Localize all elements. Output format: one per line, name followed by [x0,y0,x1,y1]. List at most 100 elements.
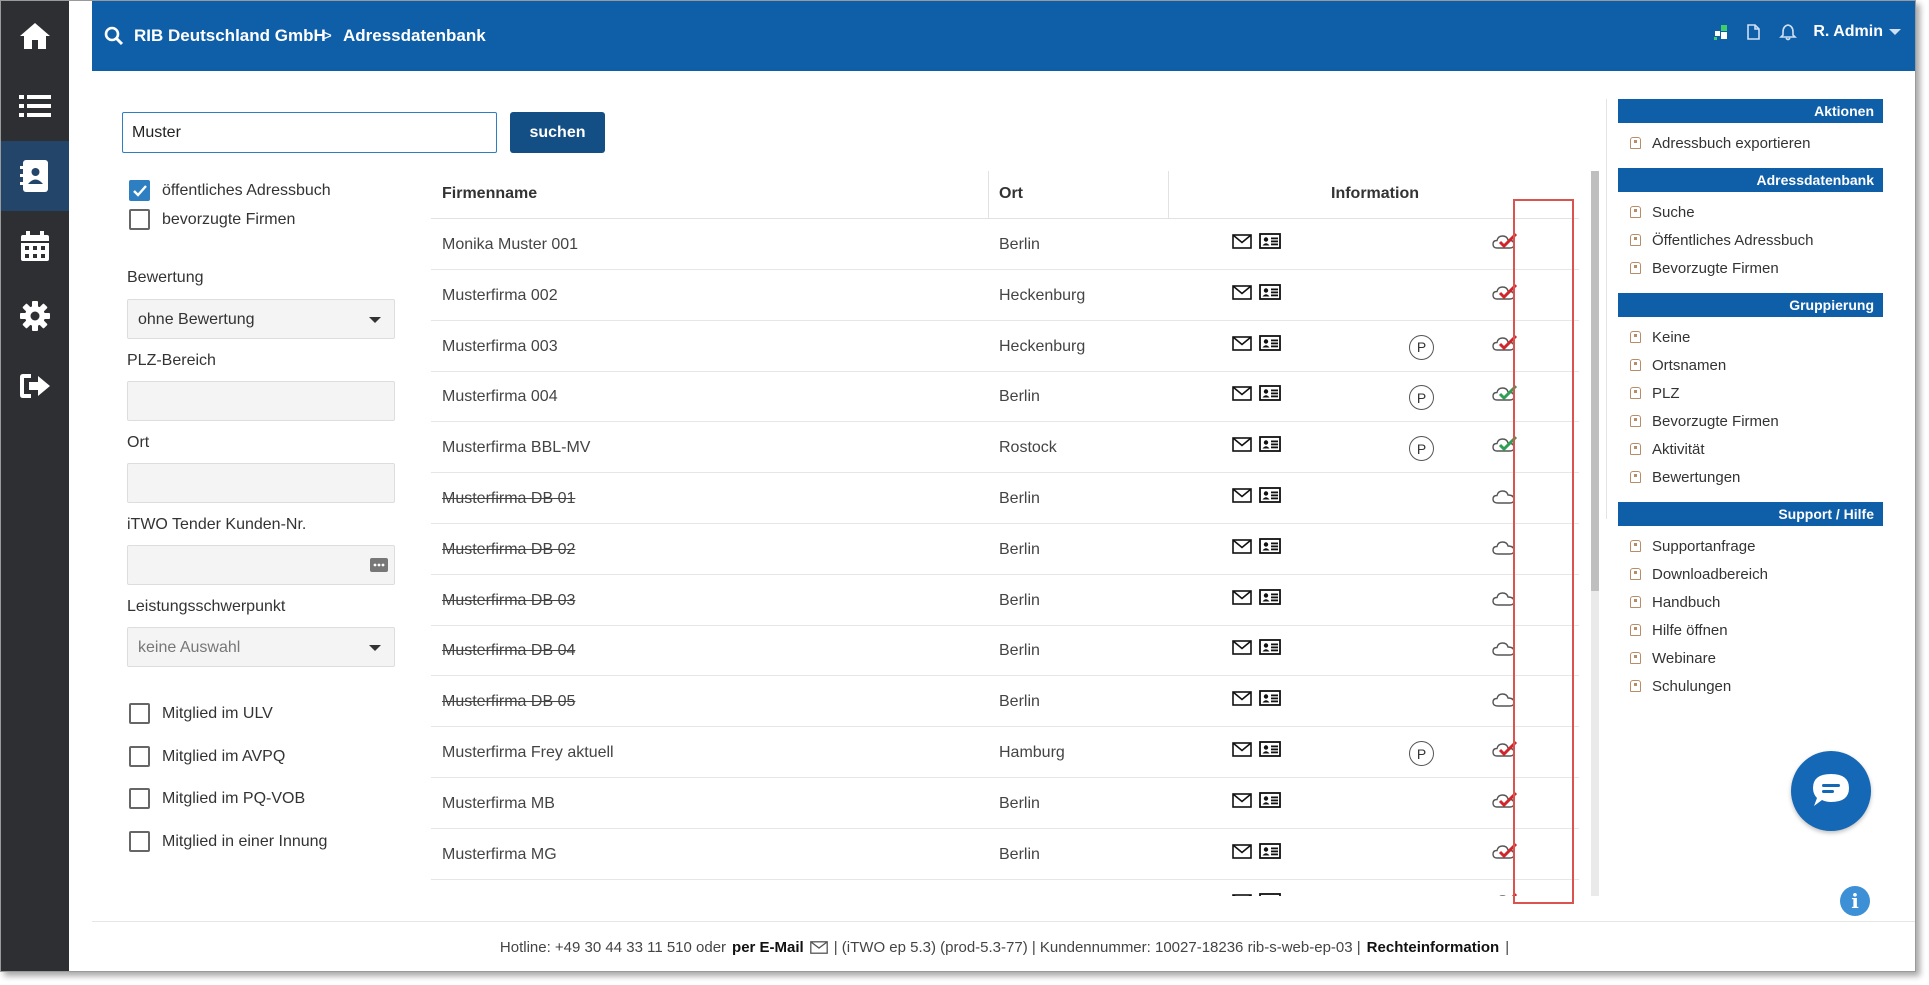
more-menu-icon[interactable] [74,14,80,32]
sidebar-item[interactable]: Aktivität [1618,435,1883,463]
nav-logout[interactable] [1,351,69,421]
table-row[interactable]: Musterfirma DB 01 Berlin [431,474,1579,524]
envelope-icon[interactable] [1232,691,1252,711]
checkbox-member-avpq[interactable] [129,746,150,767]
search-button[interactable]: suchen [510,112,605,153]
table-scrollbar[interactable] [1591,171,1599,896]
contact-card-icon[interactable] [1259,537,1281,559]
envelope-icon[interactable] [1232,894,1252,896]
envelope-icon[interactable] [1232,843,1252,864]
envelope-icon[interactable] [1232,284,1252,305]
sidebar-item[interactable]: Handbuch [1618,588,1883,616]
table-row[interactable]: Musterfirma 003 Heckenburg P [431,322,1579,372]
sidebar-item[interactable]: Hilfe öffnen [1618,616,1883,644]
user-menu[interactable]: R. Admin [1813,23,1901,41]
envelope-icon[interactable] [1232,234,1252,254]
footer-email-link[interactable]: per E-Mail [732,939,804,956]
envelope-icon[interactable] [1232,437,1252,457]
cell-company-name[interactable]: Musterfirma 002 [442,287,558,305]
rating-select[interactable]: ohne Bewertung [127,299,395,339]
chat-button[interactable] [1791,751,1871,831]
table-row[interactable]: Musterfirma 002 Heckenburg [431,271,1579,321]
checkbox-member-ulv[interactable] [129,703,150,724]
nav-calendar[interactable] [1,211,69,281]
envelope-icon[interactable] [1232,335,1252,356]
sidebar-item[interactable]: Webinare [1618,644,1883,672]
breadcrumb-company[interactable]: RIB Deutschland GmbH [134,26,326,46]
apps-icon[interactable] [1713,24,1729,40]
envelope-icon[interactable] [1232,792,1252,813]
table-row[interactable]: Musterfirma NEOBerlin [431,880,1579,896]
filter-public-addressbook[interactable]: öffentliches Adressbuch [129,180,331,201]
contact-card-icon[interactable] [1259,842,1281,864]
nav-home[interactable] [1,1,69,71]
contact-card-icon[interactable] [1259,436,1281,457]
cell-company-name[interactable]: Musterfirma MB [442,795,555,813]
cell-company-name[interactable]: Musterfirma Frey aktuell [442,744,614,762]
cell-company-name[interactable]: Musterfirma MG [442,846,557,864]
envelope-icon[interactable] [1232,488,1252,508]
contact-card-icon[interactable] [1259,233,1281,254]
contact-card-icon[interactable] [1259,385,1281,406]
envelope-icon[interactable] [809,941,828,954]
cell-company-name[interactable]: Musterfirma DB 05 [442,693,575,711]
cell-company-name[interactable]: Musterfirma 003 [442,338,558,356]
filter-preferred-companies[interactable]: bevorzugte Firmen [129,209,295,230]
checkbox-public-addressbook[interactable] [129,180,150,201]
sidebar-item[interactable]: Supportanfrage [1618,532,1883,560]
checkbox-member-innung[interactable] [129,831,150,852]
envelope-icon[interactable] [1232,589,1252,610]
column-header-city[interactable]: Ort [999,185,1023,203]
envelope-icon[interactable] [1232,538,1252,559]
contact-card-icon[interactable] [1259,741,1281,762]
document-icon[interactable] [1745,23,1763,41]
contact-card-icon[interactable] [1259,283,1281,305]
envelope-icon[interactable] [1232,742,1252,762]
sidebar-item[interactable]: Downloadbereich [1618,560,1883,588]
sidebar-item[interactable]: Öffentliches Adressbuch [1618,226,1883,254]
envelope-icon[interactable] [1232,640,1252,660]
cell-company-name[interactable]: Musterfirma DB 02 [442,541,575,559]
sidebar-item[interactable]: Keine [1618,323,1883,351]
info-icon[interactable]: i [1840,886,1870,916]
contact-card-icon[interactable] [1259,690,1281,711]
contact-card-icon[interactable] [1259,893,1281,896]
scrollbar-thumb[interactable] [1591,171,1599,591]
filter-member-ulv[interactable]: Mitglied im ULV [129,703,273,724]
column-header-name[interactable]: Firmenname [442,185,537,203]
customer-no-input[interactable] [127,545,395,585]
table-row[interactable]: Musterfirma MB Berlin [431,779,1579,829]
bell-icon[interactable] [1779,23,1798,41]
table-row[interactable]: Musterfirma BBL-MV Rostock P [431,423,1579,474]
table-row[interactable]: Musterfirma DB 04 Berlin [431,626,1579,677]
checkbox-preferred-companies[interactable] [129,209,150,230]
table-row[interactable]: Monika Muster 001 Berlin [431,220,1579,270]
ort-input[interactable] [127,463,395,503]
envelope-icon[interactable] [1232,386,1252,406]
cell-company-name[interactable]: Musterfirma DB 03 [442,592,575,610]
cell-company-name[interactable]: Musterfirma 004 [442,388,558,406]
cell-company-name[interactable]: Musterfirma BBL-MV [442,439,590,457]
table-row[interactable]: Musterfirma DB 02 Berlin [431,525,1579,575]
contact-card-icon[interactable] [1259,487,1281,508]
filter-member-avpq[interactable]: Mitglied im AVPQ [129,746,285,767]
cell-company-name[interactable]: Monika Muster 001 [442,236,578,254]
table-row[interactable]: Musterfirma DB 03 Berlin [431,576,1579,626]
footer-legal-link[interactable]: Rechteinformation [1367,939,1500,956]
sidebar-item[interactable]: Adressbuch exportieren [1618,129,1883,157]
sidebar-item[interactable]: Bewertungen [1618,463,1883,491]
checkbox-member-pq-vob[interactable] [129,788,150,809]
cell-company-name[interactable]: Musterfirma DB 01 [442,490,575,508]
contact-card-icon[interactable] [1259,334,1281,356]
search-icon[interactable] [104,26,124,46]
table-row[interactable]: Musterfirma MG Berlin [431,830,1579,880]
table-row[interactable]: Musterfirma Frey aktuell Hamburg P [431,728,1579,778]
sidebar-item[interactable]: Suche [1618,198,1883,226]
table-row[interactable]: Musterfirma 004 Berlin P [431,372,1579,423]
filter-member-pq-vob[interactable]: Mitglied im PQ-VOB [129,788,305,809]
contact-card-icon[interactable] [1259,639,1281,660]
contact-card-icon[interactable] [1259,588,1281,610]
nav-list[interactable] [1,71,69,141]
sidebar-item[interactable]: Bevorzugte Firmen [1618,407,1883,435]
filter-member-innung[interactable]: Mitglied in einer Innung [129,831,327,852]
